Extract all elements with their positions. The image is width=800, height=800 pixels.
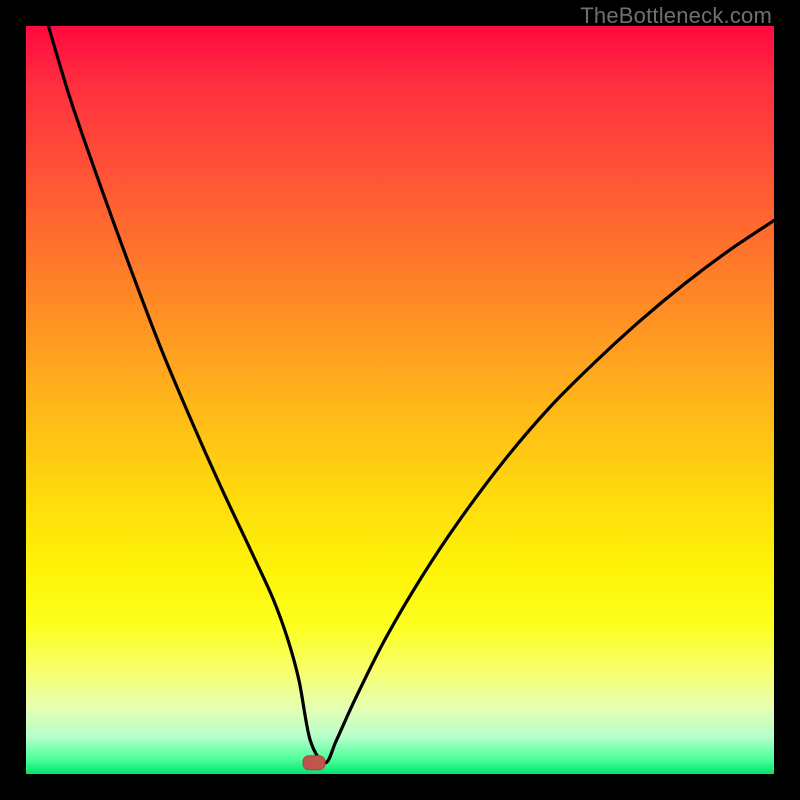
curve-layer	[26, 26, 774, 774]
optimal-marker	[303, 756, 325, 770]
plot-area	[26, 26, 774, 774]
chart-frame: TheBottleneck.com	[0, 0, 800, 800]
bottleneck-curve	[48, 26, 774, 763]
watermark-text: TheBottleneck.com	[580, 3, 772, 29]
